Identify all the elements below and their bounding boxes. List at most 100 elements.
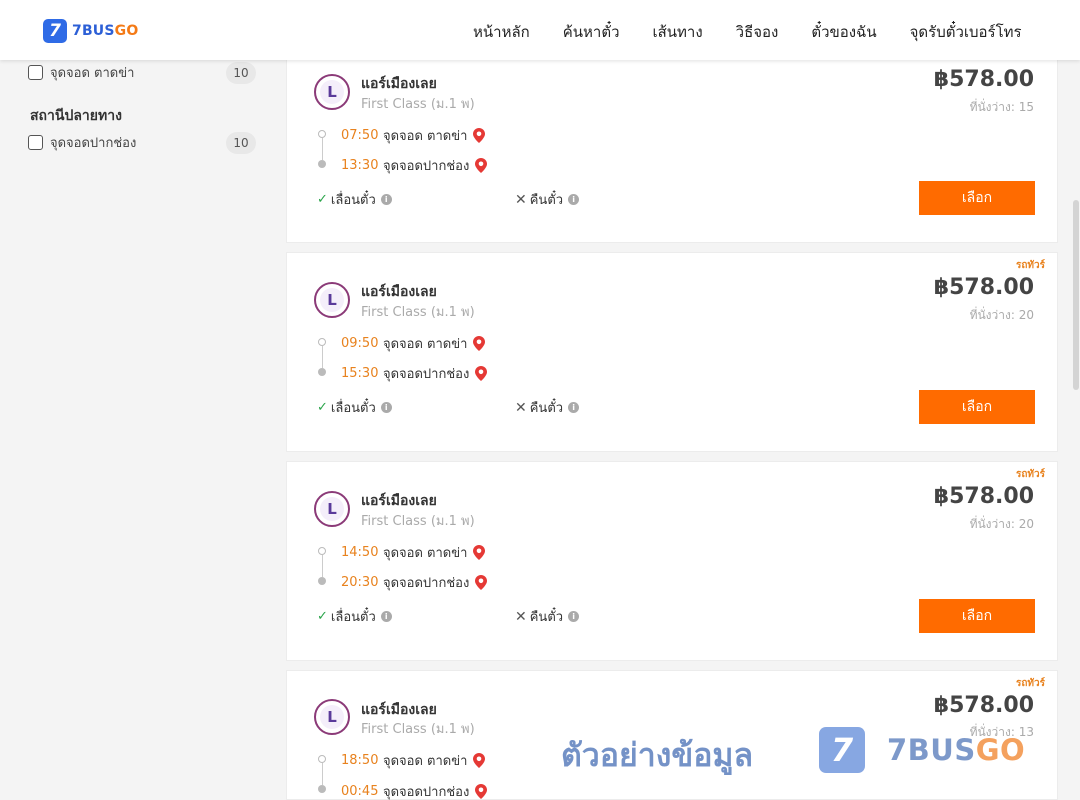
origin-filter-label: จุดจอด ตาดข่า <box>50 66 135 81</box>
trip-card: L แอร์เมืองเลย First Class (ม.1 พ) ฿578.… <box>286 40 1058 243</box>
timeline-line <box>322 763 323 785</box>
nav-my-tickets[interactable]: ตั๋วของฉัน <box>811 20 876 44</box>
timeline-line <box>322 138 323 160</box>
nav-search-ticket[interactable]: ค้นหาตั๋ว <box>563 20 620 44</box>
map-pin-icon[interactable] <box>475 784 488 799</box>
arrival-stop-name: จุดจอดปากช่อง <box>383 785 470 800</box>
destination-section-title: สถานีปลายทาง <box>30 108 122 124</box>
close-icon: ✕ <box>515 399 527 416</box>
map-pin-icon[interactable] <box>475 366 488 381</box>
arrival-time: 00:45 <box>341 784 379 799</box>
reschedule-label: เลื่อนตั๋ว <box>330 610 376 625</box>
bus-class: First Class (ม.1 พ) <box>361 305 475 320</box>
timeline-end-dot <box>318 785 326 793</box>
close-icon: ✕ <box>515 191 527 208</box>
info-icon[interactable]: i <box>380 611 392 622</box>
watermark-logo-badge: 7 <box>819 727 865 773</box>
reschedule-policy: ✓ เลื่อนตั๋ว i <box>317 606 392 627</box>
timeline-start-dot <box>318 547 326 555</box>
main-nav: หน้าหลัก ค้นหาตั๋ว เส้นทาง วิธีจอง ตั๋วข… <box>473 20 1055 44</box>
bus-type-tag: รถทัวร์ <box>1015 469 1045 480</box>
bus-class: First Class (ม.1 พ) <box>361 722 475 737</box>
departure-stop-name: จุดจอด ตาดข่า <box>383 337 468 352</box>
timeline-start-dot <box>318 338 326 346</box>
destination-filter-row[interactable]: จุดจอดปากช่อง 10 <box>28 131 256 154</box>
top-header: 7 7BUSGO หน้าหลัก ค้นหาตั๋ว เส้นทาง วิธี… <box>0 0 1080 60</box>
ticket-price: ฿578.00 <box>933 693 1034 718</box>
refund-label: คืนตั๋ว <box>529 193 564 208</box>
departure-stop: 18:50 จุดจอด ตาดข่า <box>341 750 486 771</box>
operator-name: แอร์เมืองเลย <box>361 493 437 509</box>
map-pin-icon[interactable] <box>473 128 486 143</box>
arrival-stop: 20:30 จุดจอดปากช่อง <box>341 572 488 593</box>
departure-stop-name: จุดจอด ตาดข่า <box>383 546 468 561</box>
seats-available: ที่นั่งว่าง: 20 <box>969 517 1034 531</box>
nav-routes[interactable]: เส้นทาง <box>653 20 703 44</box>
departure-stop: 09:50 จุดจอด ตาดข่า <box>341 333 486 354</box>
refund-policy: ✕ คืนตั๋ว i <box>515 189 580 210</box>
departure-time: 09:50 <box>341 336 379 351</box>
map-pin-icon[interactable] <box>475 158 488 173</box>
site-logo[interactable]: 7 7BUSGO <box>43 19 138 43</box>
nav-home[interactable]: หน้าหลัก <box>473 20 530 44</box>
operator-logo: L <box>314 491 350 527</box>
bus-type-tag: รถทัวร์ <box>1015 260 1045 271</box>
ticket-price: ฿578.00 <box>933 484 1034 509</box>
destination-filter-count: 10 <box>226 131 256 154</box>
origin-filter-checkbox[interactable] <box>28 65 43 80</box>
check-icon: ✓ <box>317 192 328 207</box>
departure-time: 07:50 <box>341 128 379 143</box>
destination-filter-checkbox[interactable] <box>28 135 43 150</box>
info-icon[interactable]: i <box>380 402 392 413</box>
select-trip-button[interactable]: เลือก <box>919 181 1035 215</box>
info-icon[interactable]: i <box>568 611 580 622</box>
page-scrollbar[interactable] <box>1072 60 1080 800</box>
bus-class: First Class (ม.1 พ) <box>361 97 475 112</box>
departure-stop: 07:50 จุดจอด ตาดข่า <box>341 125 486 146</box>
refund-label: คืนตั๋ว <box>529 610 564 625</box>
info-icon[interactable]: i <box>568 402 580 413</box>
info-icon[interactable]: i <box>568 194 580 205</box>
watermark-brand: 7BUSGO <box>887 733 1026 767</box>
sample-data-watermark: ตัวอย่างข้อมูล <box>561 736 754 774</box>
nav-ticket-pickup[interactable]: จุดรับตั๋วเบอร์โทร <box>910 20 1022 44</box>
bus-class: First Class (ม.1 พ) <box>361 514 475 529</box>
nav-how-to-book[interactable]: วิธีจอง <box>736 20 779 44</box>
bus-type-tag: รถทัวร์ <box>1015 678 1045 689</box>
operator-logo: L <box>314 282 350 318</box>
departure-stop-name: จุดจอด ตาดข่า <box>383 754 468 769</box>
operator-logo: L <box>314 699 350 735</box>
reschedule-label: เลื่อนตั๋ว <box>330 193 376 208</box>
departure-time: 18:50 <box>341 753 379 768</box>
departure-stop-name: จุดจอด ตาดข่า <box>383 129 468 144</box>
refund-policy: ✕ คืนตั๋ว i <box>515 397 580 418</box>
map-pin-icon[interactable] <box>473 336 486 351</box>
map-pin-icon[interactable] <box>473 545 486 560</box>
check-icon: ✓ <box>317 609 328 624</box>
timeline-end-dot <box>318 577 326 585</box>
info-icon[interactable]: i <box>380 194 392 205</box>
destination-filter-label: จุดจอดปากช่อง <box>50 136 137 151</box>
timeline-start-dot <box>318 130 326 138</box>
arrival-stop-name: จุดจอดปากช่อง <box>383 576 470 591</box>
operator-name: แอร์เมืองเลย <box>361 76 437 92</box>
timeline-end-dot <box>318 160 326 168</box>
departure-stop: 14:50 จุดจอด ตาดข่า <box>341 542 486 563</box>
filter-sidebar <box>0 60 270 800</box>
origin-filter-row[interactable]: จุดจอด ตาดข่า 10 <box>28 61 256 84</box>
arrival-stop-name: จุดจอดปากช่อง <box>383 159 470 174</box>
origin-filter-count: 10 <box>226 61 256 84</box>
timeline-line <box>322 346 323 368</box>
map-pin-icon[interactable] <box>473 753 486 768</box>
ticket-price: ฿578.00 <box>933 67 1034 92</box>
scrollbar-thumb[interactable] <box>1073 200 1079 390</box>
reschedule-policy: ✓ เลื่อนตั๋ว i <box>317 189 392 210</box>
select-trip-button[interactable]: เลือก <box>919 390 1035 424</box>
logo-text: 7BUSGO <box>72 23 139 39</box>
map-pin-icon[interactable] <box>475 575 488 590</box>
refund-label: คืนตั๋ว <box>529 401 564 416</box>
ticket-price: ฿578.00 <box>933 275 1034 300</box>
select-trip-button[interactable]: เลือก <box>919 599 1035 633</box>
operator-name: แอร์เมืองเลย <box>361 284 437 300</box>
seats-available: ที่นั่งว่าง: 20 <box>969 308 1034 322</box>
